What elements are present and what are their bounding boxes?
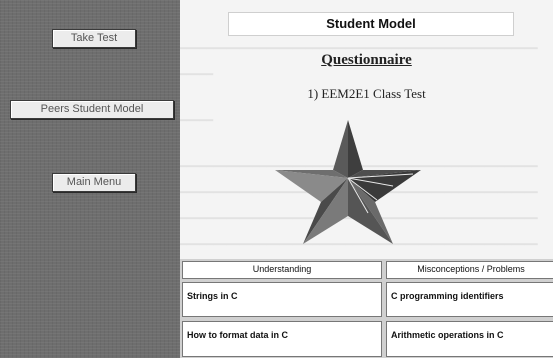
student-model-star-icon <box>275 120 421 244</box>
star-facet <box>348 120 363 178</box>
sidebar: Take Test Peers Student Model Main Menu <box>0 0 180 358</box>
background-texture-line: ━━━━━ <box>180 69 214 81</box>
table-header-misconceptions: Misconceptions / Problems <box>386 261 553 279</box>
table-cell: C programming identifiers <box>386 282 553 317</box>
table-header-understanding: Understanding <box>182 261 382 279</box>
background-texture-line: ━━━━━ <box>180 115 214 127</box>
table-cell: Arithmetic operations in C <box>386 321 553 357</box>
questionnaire-heading: Questionnaire <box>321 52 412 68</box>
peers-student-model-button[interactable]: Peers Student Model <box>10 100 174 119</box>
table-cell: How to format data in C <box>182 321 382 357</box>
take-test-button[interactable]: Take Test <box>52 29 136 48</box>
page-title: Student Model <box>228 12 514 36</box>
model-table: Understanding Misconceptions / Problems … <box>180 259 553 358</box>
star-facet <box>333 120 348 178</box>
main-menu-button[interactable]: Main Menu <box>52 173 136 192</box>
main-panel: ━━━━━━━━━━━━━━━━━━━━━━━━━━━━━━━━━━━━━━━━… <box>180 0 553 358</box>
test-name: 1) EEM2E1 Class Test <box>307 86 426 101</box>
table-cell: Strings in C <box>182 282 382 317</box>
